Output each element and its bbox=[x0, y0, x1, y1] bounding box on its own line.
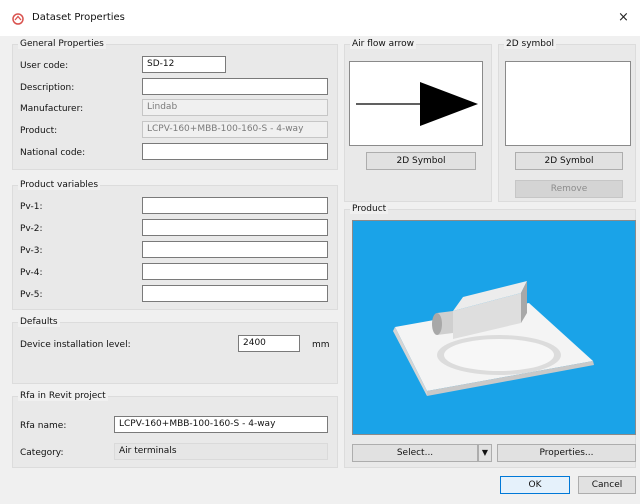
product-header: Product bbox=[350, 204, 389, 214]
pv-3-input[interactable] bbox=[142, 241, 328, 258]
2d-symbol-button[interactable]: 2D Symbol bbox=[515, 152, 623, 170]
close-icon[interactable]: × bbox=[618, 10, 629, 25]
title-bar: Dataset Properties × bbox=[0, 0, 640, 36]
unit-mm-label: mm bbox=[312, 340, 330, 350]
pv-2-input[interactable] bbox=[142, 219, 328, 236]
air-flow-2d-symbol-button[interactable]: 2D Symbol bbox=[366, 152, 476, 170]
2d-symbol-header: 2D symbol bbox=[504, 39, 557, 49]
product-3d-view bbox=[352, 220, 636, 435]
defaults-panel bbox=[12, 322, 338, 384]
national-code-label: National code: bbox=[20, 148, 86, 158]
manufacturer-label: Manufacturer: bbox=[20, 104, 84, 114]
properties-button[interactable]: Properties... bbox=[497, 444, 636, 462]
pv-5-label: Pv-5: bbox=[20, 290, 43, 300]
air-flow-arrow-preview bbox=[349, 61, 483, 146]
pv-2-label: Pv-2: bbox=[20, 224, 43, 234]
manufacturer-field: Lindab bbox=[142, 99, 328, 116]
national-code-input[interactable] bbox=[142, 143, 328, 160]
device-installation-level-label: Device installation level: bbox=[20, 340, 131, 350]
select-button[interactable]: Select... bbox=[352, 444, 478, 462]
general-properties-header: General Properties bbox=[18, 39, 106, 49]
air-flow-arrow-header: Air flow arrow bbox=[350, 39, 417, 49]
category-label: Category: bbox=[20, 448, 64, 458]
window-title: Dataset Properties bbox=[32, 12, 125, 23]
category-field: Air terminals bbox=[114, 443, 328, 460]
pv-4-input[interactable] bbox=[142, 263, 328, 280]
cancel-button[interactable]: Cancel bbox=[578, 476, 636, 494]
select-dropdown-toggle[interactable]: ▼ bbox=[478, 444, 492, 462]
pv-1-input[interactable] bbox=[142, 197, 328, 214]
app-logo-icon bbox=[12, 13, 24, 25]
device-installation-level-input[interactable]: 2400 bbox=[238, 335, 300, 352]
pv-5-input[interactable] bbox=[142, 285, 328, 302]
pv-4-label: Pv-4: bbox=[20, 268, 43, 278]
ok-button[interactable]: OK bbox=[500, 476, 570, 494]
product-3d-model-icon bbox=[393, 281, 594, 396]
description-label: Description: bbox=[20, 83, 75, 93]
remove-button[interactable]: Remove bbox=[515, 180, 623, 198]
defaults-header: Defaults bbox=[18, 317, 60, 327]
description-input[interactable] bbox=[142, 78, 328, 95]
2d-symbol-preview bbox=[505, 61, 631, 146]
product-field: LCPV-160+MBB-100-160-S - 4-way bbox=[142, 121, 328, 138]
rfa-name-input[interactable]: LCPV-160+MBB-100-160-S - 4-way bbox=[114, 416, 328, 433]
pv-3-label: Pv-3: bbox=[20, 246, 43, 256]
pv-1-label: Pv-1: bbox=[20, 202, 43, 212]
rfa-name-label: Rfa name: bbox=[20, 421, 67, 431]
product-label: Product: bbox=[20, 126, 58, 136]
rfa-header: Rfa in Revit project bbox=[18, 391, 108, 401]
product-variables-header: Product variables bbox=[18, 180, 101, 190]
arrow-right-icon bbox=[356, 82, 478, 126]
user-code-label: User code: bbox=[20, 61, 69, 71]
user-code-input[interactable]: SD-12 bbox=[142, 56, 226, 73]
